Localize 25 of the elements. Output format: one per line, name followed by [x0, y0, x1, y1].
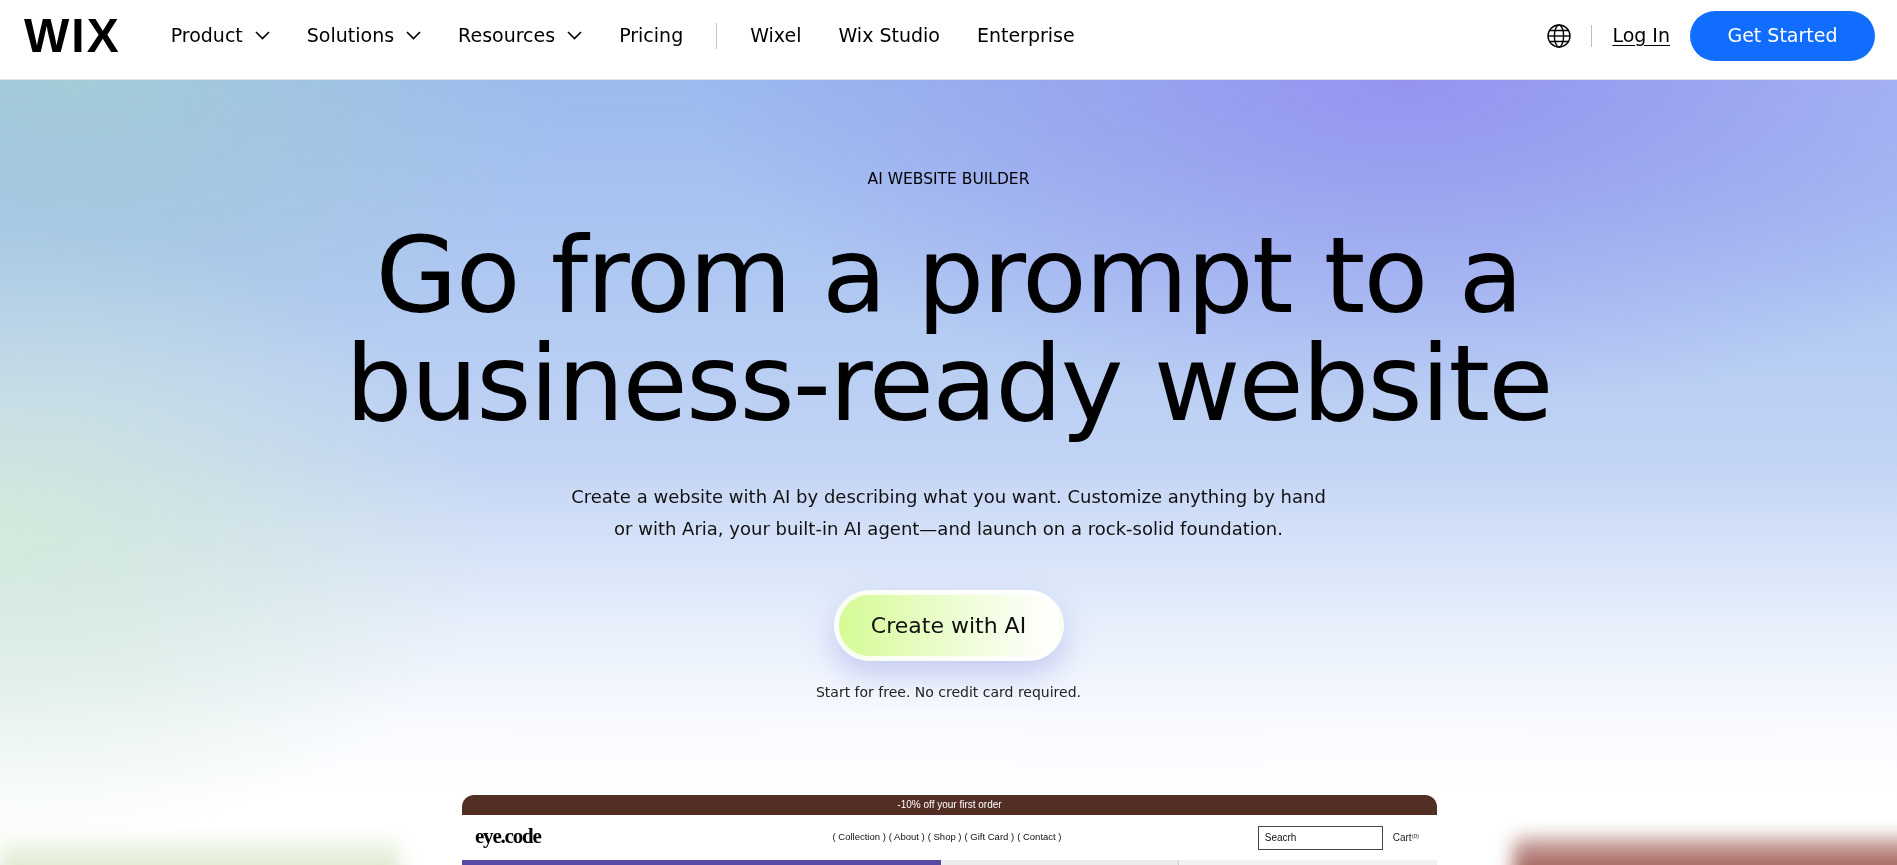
- menu-link[interactable]: ( Shop ): [927, 830, 962, 845]
- nav-link[interactable]: Pricing: [619, 24, 684, 47]
- logo[interactable]: WIX: [24, 11, 121, 60]
- create-with-ai-button[interactable]: Create with AI: [833, 590, 1064, 661]
- hero-heading: Go from a prompt to a business-ready website: [344, 213, 1553, 447]
- login-link[interactable]: Log In: [1612, 24, 1670, 47]
- nav-link[interactable]: Enterprise: [976, 24, 1075, 47]
- globe-icon[interactable]: [1547, 23, 1572, 48]
- nav-dropdown[interactable]: Resources: [458, 24, 583, 47]
- cart-link[interactable]: Cart$^{(0)}$: [1392, 830, 1419, 845]
- nav-link[interactable]: Wix Studio: [838, 24, 940, 47]
- menu-link[interactable]: ( Collection ): [832, 830, 886, 845]
- eyebrow-text: AI WEBSITE BUILDER: [866, 170, 1031, 189]
- announcement-bar: -10% off your first order: [462, 795, 1437, 815]
- site-logo[interactable]: eye.code: [475, 823, 541, 848]
- menu-link[interactable]: ( About ): [888, 830, 925, 845]
- nav-link[interactable]: Wixel: [750, 24, 802, 47]
- nav-dropdown[interactable]: Solutions: [306, 24, 422, 47]
- hero-description: Create a website with AI by describing what you want. Customize anything by hand or with Aria, your built-in AI agent—and launch on a rock-solid foundation.: [570, 485, 1327, 541]
- search-field[interactable]: Seacrh: [1257, 825, 1383, 850]
- nav-dropdown[interactable]: Product: [170, 24, 270, 47]
- get-started-button[interactable]: Get Started: [1690, 10, 1875, 61]
- menu-link[interactable]: ( Gift Card ): [964, 830, 1015, 845]
- menu-link[interactable]: ( Contact ): [1017, 830, 1062, 845]
- hero-note: Start for free. No credit card required.: [814, 683, 1083, 701]
